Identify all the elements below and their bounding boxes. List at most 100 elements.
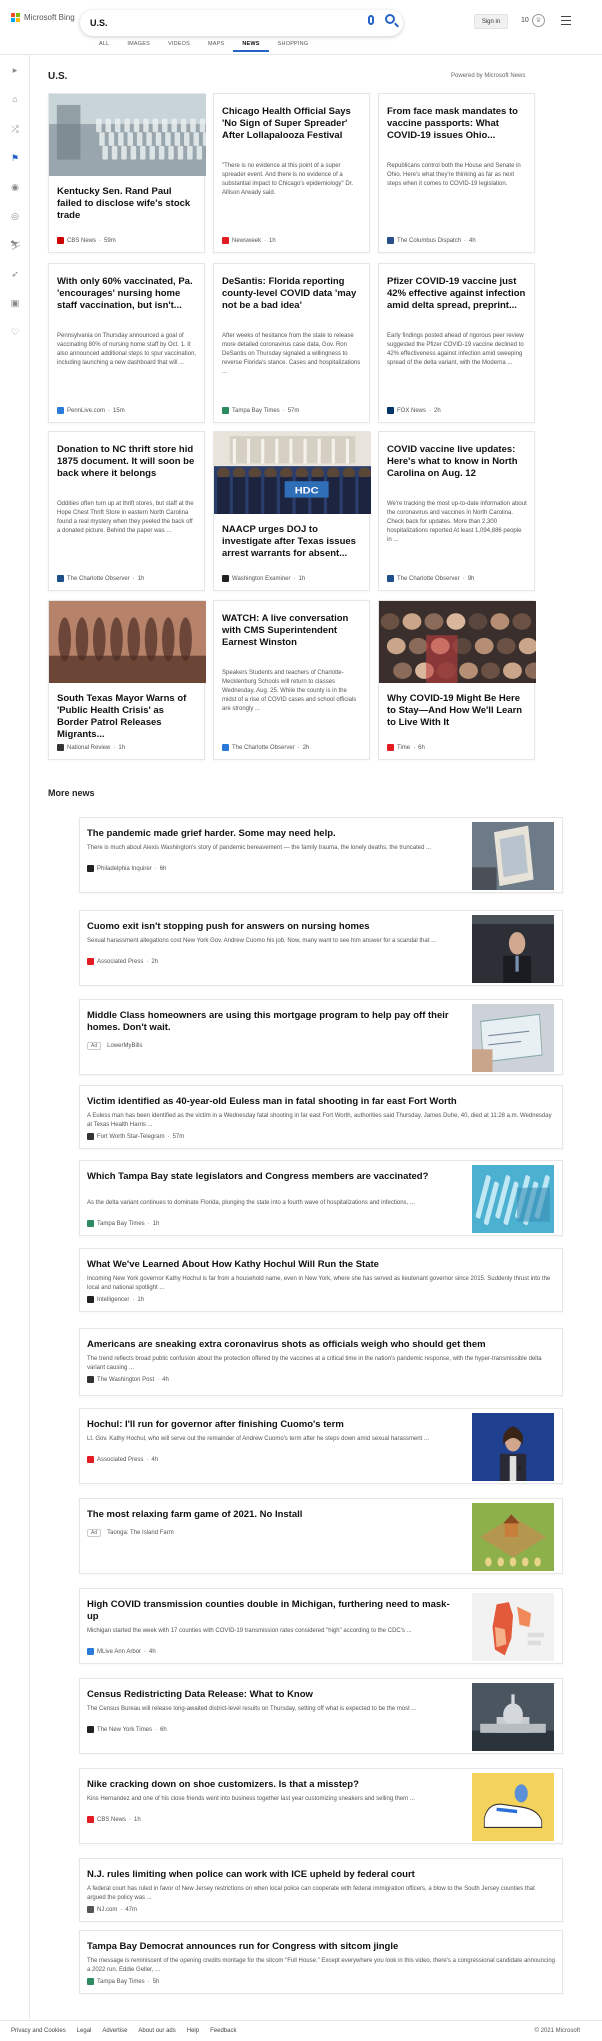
sign-in-button[interactable]: Sign in [474, 14, 508, 29]
news-card[interactable]: Pfizer COVID-19 vaccine just 42% effecti… [378, 263, 535, 423]
more-news-source[interactable]: Philadelphia Inquirer · 6h [87, 865, 166, 872]
hamburger-menu-icon[interactable] [561, 16, 571, 28]
footer-link-feedback[interactable]: Feedback [210, 2028, 236, 2034]
more-news-thumbnail[interactable] [472, 822, 554, 890]
more-news-title[interactable]: Middle Class homeowners are using this m… [87, 1010, 459, 1034]
news-card[interactable]: WATCH: A live conversation with CMS Supe… [213, 600, 370, 760]
more-news-thumbnail[interactable] [472, 1683, 554, 1751]
news-card-title[interactable]: Kentucky Sen. Rand Paul failed to disclo… [57, 186, 197, 222]
news-card-source[interactable]: Time · 6h [387, 744, 425, 751]
news-card-title[interactable]: Why COVID-19 Might Be Here to Stay—And H… [387, 693, 527, 729]
tab-images[interactable]: IMAGES [118, 40, 159, 52]
more-news-source[interactable]: Associated Press · 2h [87, 958, 158, 965]
news-card-source[interactable]: Newsweek · 1h [222, 237, 276, 244]
news-card[interactable]: Chicago Health Official Says 'No Sign of… [213, 93, 370, 253]
search-box[interactable] [80, 10, 403, 36]
more-news-source[interactable]: Tampa Bay Times · 1h [87, 1220, 159, 1227]
news-card-source[interactable]: FOX News · 2h [387, 407, 441, 414]
news-card[interactable]: HDC NAACP urges DOJ to investigate after … [213, 431, 371, 591]
tab-videos[interactable]: VIDEOS [159, 40, 199, 52]
trophy-icon[interactable]: ♕ [532, 14, 545, 27]
more-news-title[interactable]: N.J. rules limiting when police can work… [87, 1869, 555, 1881]
tab-maps[interactable]: MAPS [199, 40, 233, 52]
more-news-source[interactable]: NJ.com · 47m [87, 1906, 137, 1913]
more-news-item[interactable]: Middle Class homeowners are using this m… [79, 999, 563, 1075]
news-card-source[interactable]: Tampa Bay Times · 57m [222, 407, 299, 414]
search-icon[interactable] [385, 14, 395, 24]
rocket-icon[interactable]: ➶ [10, 269, 20, 279]
tab-news[interactable]: NEWS [233, 40, 269, 52]
heartbeat-icon[interactable]: ♡ [10, 327, 20, 337]
more-news-title[interactable]: Which Tampa Bay state legislators and Co… [87, 1171, 459, 1183]
expand-icon[interactable]: ▸ [10, 65, 20, 75]
globe-icon[interactable]: ◎ [10, 211, 20, 221]
bing-logo[interactable]: Microsoft Bing [11, 13, 75, 22]
powered-by[interactable]: Powered by Microsoft News [451, 73, 525, 79]
more-news-source[interactable]: The Washington Post · 4h [87, 1376, 169, 1383]
more-news-item[interactable]: High COVID transmission counties double … [79, 1588, 563, 1664]
tab-all[interactable]: ALL [90, 40, 118, 52]
more-news-thumbnail[interactable] [472, 1004, 554, 1072]
news-card[interactable]: Why COVID-19 Might Be Here to Stay—And H… [378, 600, 544, 760]
footer-link-privacy-and-cookies[interactable]: Privacy and Cookies [11, 2028, 66, 2034]
news-card-title[interactable]: Donation to NC thrift store hid 1875 doc… [57, 444, 197, 480]
news-card-image[interactable] [49, 94, 212, 176]
more-news-title[interactable]: Hochul: I'll run for governor after fini… [87, 1419, 459, 1431]
news-card-title[interactable]: NAACP urges DOJ to investigate after Tex… [222, 524, 362, 560]
footer-link-legal[interactable]: Legal [77, 2028, 92, 2034]
news-card-title[interactable]: From face mask mandates to vaccine passp… [387, 106, 527, 142]
more-news-item[interactable]: Cuomo exit isn't stopping push for answe… [79, 910, 563, 986]
more-news-item[interactable]: The most relaxing farm game of 2021. No … [79, 1498, 563, 1574]
news-card-source[interactable]: CBS News · 59m [57, 237, 116, 244]
more-news-item[interactable]: Which Tampa Bay state legislators and Co… [79, 1160, 563, 1236]
footer-link-about-our-ads[interactable]: About our ads [138, 2028, 175, 2034]
rewards-points[interactable]: 10 [521, 17, 529, 24]
more-news-thumbnail[interactable] [472, 1165, 554, 1233]
news-card[interactable]: From face mask mandates to vaccine passp… [378, 93, 535, 253]
more-news-item[interactable]: Tampa Bay Democrat announces run for Con… [79, 1930, 563, 1994]
news-card-title[interactable]: DeSantis: Florida reporting county-level… [222, 276, 362, 312]
news-card-source[interactable]: The Charlotte Observer · 2h [222, 744, 309, 751]
more-news-thumbnail[interactable] [472, 1773, 554, 1841]
search-input[interactable] [90, 16, 340, 30]
more-news-source[interactable]: MLive Ann Arbor · 4h [87, 1648, 156, 1655]
more-news-title[interactable]: Americans are sneaking extra coronavirus… [87, 1339, 555, 1351]
more-news-title[interactable]: Tampa Bay Democrat announces run for Con… [87, 1941, 555, 1953]
news-card-title[interactable]: With only 60% vaccinated, Pa. 'encourage… [57, 276, 197, 312]
news-card[interactable]: South Texas Mayor Warns of 'Public Healt… [48, 600, 206, 760]
more-news-item[interactable]: N.J. rules limiting when police can work… [79, 1858, 563, 1922]
more-news-item[interactable]: The pandemic made grief harder. Some may… [79, 817, 563, 893]
more-news-source[interactable]: Ad LowerMyBills [87, 1042, 142, 1050]
news-card-title[interactable]: COVID vaccine live updates: Here's what … [387, 444, 527, 480]
news-card-title[interactable]: South Texas Mayor Warns of 'Public Healt… [57, 693, 197, 741]
more-news-title[interactable]: Victim identified as 40-year-old Euless … [87, 1096, 555, 1108]
tab-shopping[interactable]: SHOPPING [269, 40, 318, 52]
more-news-thumbnail[interactable] [472, 1413, 554, 1481]
news-card-image[interactable] [379, 601, 544, 683]
more-news-source[interactable]: Associated Press · 4h [87, 1456, 158, 1463]
footer-link-advertise[interactable]: Advertise [102, 2028, 127, 2034]
more-news-title[interactable]: Nike cracking down on shoe customizers. … [87, 1779, 459, 1791]
flag-icon[interactable]: ⚑ [10, 153, 20, 163]
more-news-item[interactable]: Hochul: I'll run for governor after fini… [79, 1408, 563, 1484]
ski-icon[interactable]: ⛷ [10, 240, 21, 250]
more-news-source[interactable]: CBS News · 1h [87, 1816, 141, 1823]
more-news-source[interactable]: The New York Times · 6h [87, 1726, 167, 1733]
more-news-title[interactable]: The most relaxing farm game of 2021. No … [87, 1509, 459, 1521]
more-news-item[interactable]: Census Redistricting Data Release: What … [79, 1678, 563, 1754]
news-card-source[interactable]: The Charlotte Observer · 9h [387, 575, 474, 582]
microphone-icon[interactable] [368, 15, 374, 25]
news-card-title[interactable]: Chicago Health Official Says 'No Sign of… [222, 106, 362, 142]
news-card-title[interactable]: WATCH: A live conversation with CMS Supe… [222, 613, 362, 649]
more-news-source[interactable]: Fort Worth Star-Telegram · 57m [87, 1133, 184, 1140]
more-news-thumbnail[interactable] [472, 1503, 554, 1571]
more-news-item[interactable]: Americans are sneaking extra coronavirus… [79, 1328, 563, 1396]
news-card-source[interactable]: Washington Examiner · 1h [222, 575, 305, 582]
news-card-source[interactable]: PennLive.com · 15m [57, 407, 125, 414]
shuffle-icon[interactable]: ⤮ [10, 124, 20, 134]
film-icon[interactable]: ▣ [10, 298, 20, 308]
news-card-image[interactable] [49, 601, 206, 683]
news-card-title[interactable]: Pfizer COVID-19 vaccine just 42% effecti… [387, 276, 527, 312]
more-news-source[interactable]: Intelligencer · 1h [87, 1296, 144, 1303]
more-news-title[interactable]: Census Redistricting Data Release: What … [87, 1689, 459, 1701]
